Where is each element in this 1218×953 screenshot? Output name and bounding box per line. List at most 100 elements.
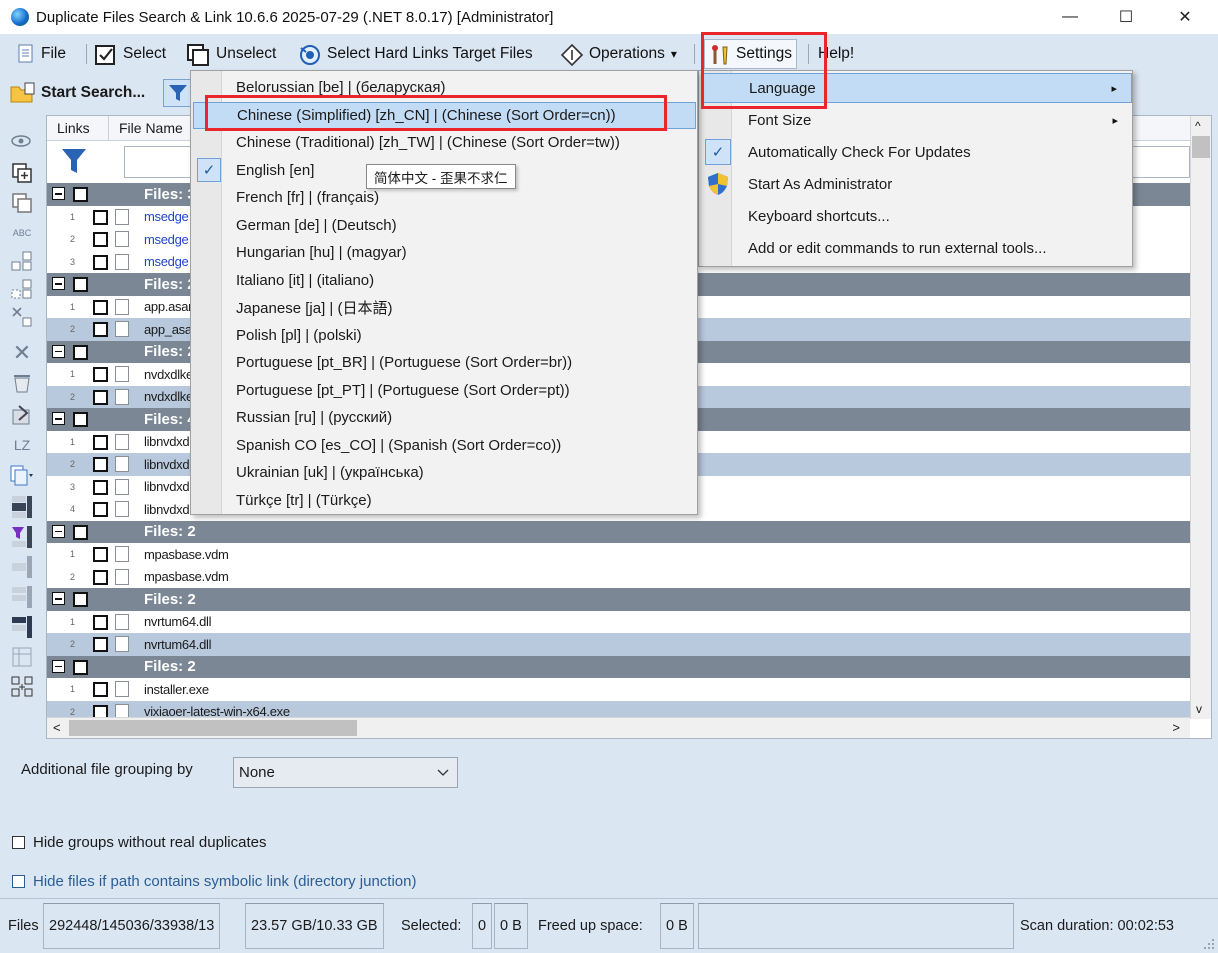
row-checkbox[interactable]	[93, 299, 108, 315]
rename-abc-icon[interactable]: ABC	[10, 222, 34, 244]
settings-item-auto-update[interactable]: ✓ Automatically Check For Updates	[701, 137, 1132, 167]
group-checkbox[interactable]	[73, 592, 88, 607]
group-checkbox[interactable]	[73, 277, 88, 292]
row-checkbox[interactable]	[93, 367, 108, 382]
row-checkbox[interactable]	[93, 682, 108, 697]
hide-symlink-checkbox[interactable]: Hide files if path contains symbolic lin…	[12, 873, 417, 890]
sort-column-icon[interactable]	[10, 496, 34, 518]
language-item[interactable]: Hungarian [hu] | (magyar)	[193, 239, 696, 266]
vertical-scrollbar[interactable]: ^ v	[1190, 116, 1211, 719]
scroll-up-arrow[interactable]: ^	[1195, 119, 1201, 133]
row-checkbox[interactable]	[93, 457, 108, 472]
column-links[interactable]: Links	[47, 116, 109, 141]
menu-settings[interactable]: Settings	[704, 39, 798, 69]
funnel-icon[interactable]	[61, 147, 87, 175]
hide-groups-checkbox[interactable]: Hide groups without real duplicates	[12, 834, 266, 851]
copy-dropdown-icon[interactable]	[10, 464, 34, 486]
scroll-down-arrow[interactable]: v	[1196, 702, 1202, 716]
row-checkbox[interactable]	[93, 637, 108, 652]
column-sort-dark-icon[interactable]	[10, 616, 34, 638]
language-item[interactable]: Türkçe [tr] | (Türkçe)	[193, 487, 696, 514]
table-row[interactable]: 1 mpasbase.vdm	[47, 543, 1190, 566]
menu-select[interactable]: Select	[94, 41, 166, 67]
settings-item-admin[interactable]: Start As Administrator	[701, 169, 1132, 199]
row-checkbox[interactable]	[93, 254, 108, 270]
collapse-toggle[interactable]	[52, 592, 65, 605]
compress-lz-icon[interactable]: LZ	[10, 434, 34, 456]
language-item[interactable]: Chinese (Simplified) [zh_CN] | (Chinese …	[193, 101, 696, 129]
row-checkbox[interactable]	[93, 232, 108, 247]
collapse-toggle[interactable]	[52, 277, 65, 290]
row-checkbox[interactable]	[93, 547, 108, 562]
language-item[interactable]: Italiano [it] | (italiano)	[193, 267, 696, 294]
language-item[interactable]: Russian [ru] | (русский)	[193, 404, 696, 431]
grid-plus-icon[interactable]	[10, 676, 34, 698]
maximize-button[interactable]: ☐	[1097, 0, 1155, 34]
group-row[interactable]: Files: 2	[47, 520, 1190, 543]
table-row[interactable]: 1 nvrtum64.dll	[47, 611, 1190, 634]
delete-x-icon[interactable]: ✕	[10, 340, 34, 365]
language-item[interactable]: Ukrainian [uk] | (українська)	[193, 459, 696, 486]
collapse-toggle[interactable]	[52, 524, 65, 538]
hard-link-icon[interactable]	[10, 250, 34, 272]
horizontal-scrollbar[interactable]: < >	[47, 717, 1190, 738]
settings-item-font-size[interactable]: Font Size ▸	[701, 105, 1132, 135]
scroll-right-arrow[interactable]: >	[1172, 720, 1180, 735]
menu-file[interactable]: File	[16, 41, 66, 67]
row-checkbox[interactable]	[93, 322, 108, 337]
resize-grip-icon[interactable]	[1203, 938, 1215, 950]
table-row[interactable]: 2 nvrtum64.dll	[47, 633, 1190, 656]
language-item[interactable]: Portuguese [pt_BR] | (Portuguese (Sort O…	[193, 349, 696, 376]
start-search-button[interactable]: Start Search...	[10, 80, 145, 106]
table-row[interactable]: 1 installer.exe	[47, 678, 1190, 701]
checkbox-box[interactable]	[12, 875, 25, 888]
row-checkbox[interactable]	[93, 434, 108, 450]
table-icon[interactable]	[10, 646, 34, 668]
group-row[interactable]: Files: 2	[47, 588, 1190, 611]
copy-pages-icon[interactable]	[10, 192, 34, 214]
scroll-left-arrow[interactable]: <	[53, 720, 61, 735]
group-checkbox[interactable]	[73, 412, 88, 427]
table-row[interactable]: 2 mpasbase.vdm	[47, 566, 1190, 589]
group-checkbox[interactable]	[73, 344, 88, 360]
row-checkbox[interactable]	[93, 209, 108, 225]
move-icon[interactable]	[10, 404, 34, 426]
collapse-toggle[interactable]	[52, 344, 65, 358]
group-checkbox[interactable]	[73, 659, 88, 675]
horizontal-scroll-thumb[interactable]	[69, 720, 357, 736]
unlink-icon[interactable]	[10, 306, 34, 328]
collapse-toggle[interactable]	[52, 187, 65, 200]
group-row[interactable]: Files: 2	[47, 655, 1190, 678]
row-checkbox[interactable]	[93, 569, 108, 585]
checkbox-box[interactable]	[12, 836, 25, 849]
menu-unselect[interactable]: Unselect	[187, 41, 276, 67]
group-checkbox[interactable]	[73, 187, 88, 202]
recycle-bin-icon[interactable]	[10, 372, 34, 394]
settings-item-shortcuts[interactable]: Keyboard shortcuts...	[701, 201, 1132, 231]
minimize-button[interactable]: —	[1041, 0, 1099, 34]
row-checkbox[interactable]	[93, 502, 108, 517]
menu-select-hard-links[interactable]: Select Hard Links Target Files	[298, 41, 533, 67]
close-button[interactable]: ✕	[1156, 0, 1214, 34]
row-checkbox[interactable]	[93, 389, 108, 405]
add-copy-icon[interactable]	[10, 162, 34, 184]
column-list-icon[interactable]	[10, 586, 34, 608]
group-checkbox[interactable]	[73, 524, 88, 540]
menu-help[interactable]: Help!	[818, 41, 854, 67]
symbolic-link-icon[interactable]	[10, 278, 34, 300]
language-item[interactable]: Polish [pl] | (polski)	[193, 322, 696, 349]
language-item[interactable]: Chinese (Traditional) [zh_TW] | (Chinese…	[193, 129, 696, 156]
language-item[interactable]: Japanese [ja] | (日本語)	[193, 294, 696, 321]
settings-item-external-tools[interactable]: Add or edit commands to run external too…	[701, 233, 1132, 263]
language-item[interactable]: Spanish CO [es_CO] | (Spanish (Sort Orde…	[193, 432, 696, 459]
menu-operations[interactable]: Operations ▾	[560, 41, 677, 67]
filter-column-icon[interactable]	[10, 526, 34, 548]
row-checkbox[interactable]	[93, 614, 108, 630]
language-item[interactable]: Belorussian [be] | (беларуская)	[193, 74, 696, 101]
row-checkbox[interactable]	[93, 479, 108, 495]
language-item[interactable]: Portuguese [pt_PT] | (Portuguese (Sort O…	[193, 377, 696, 404]
column-icon[interactable]	[10, 556, 34, 578]
view-icon[interactable]	[10, 130, 34, 152]
grouping-select[interactable]: None	[233, 757, 458, 788]
filter-toolbar-button[interactable]	[163, 79, 193, 107]
